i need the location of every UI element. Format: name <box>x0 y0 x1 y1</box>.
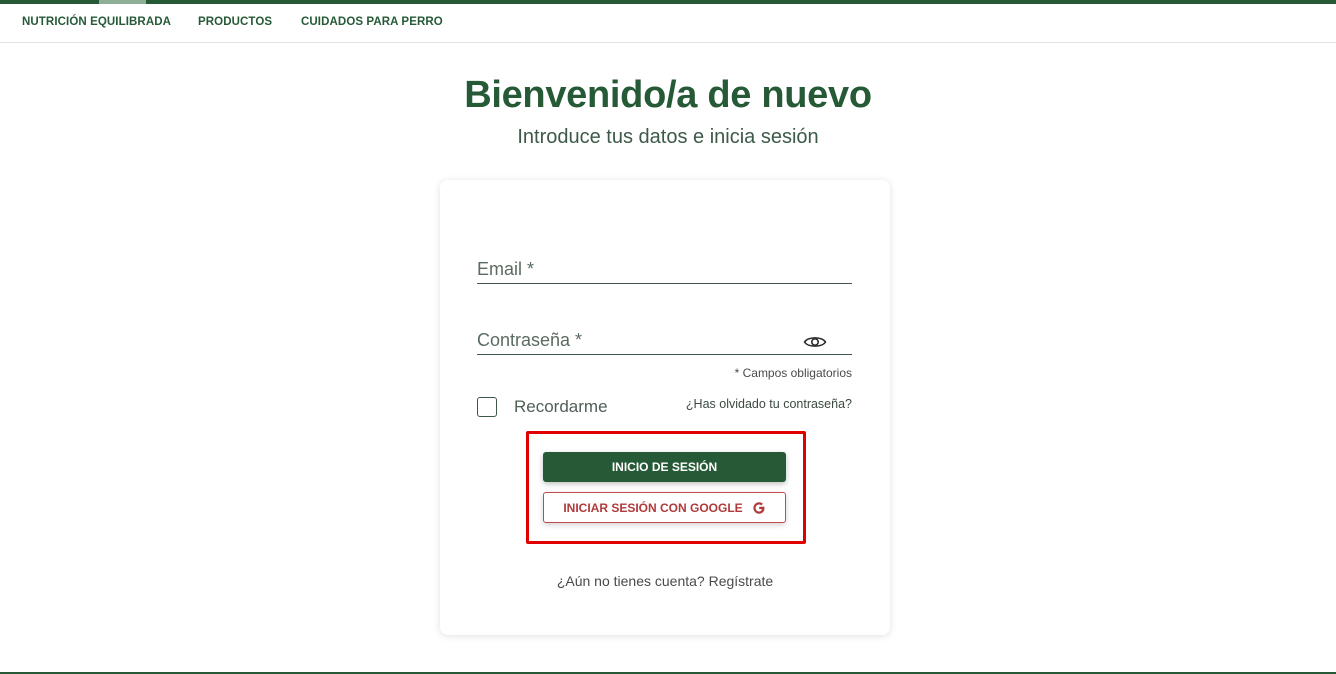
page-title: Bienvenido/a de nuevo <box>464 74 872 116</box>
signup-prompt: ¿Aún no tienes cuenta? Regístrate <box>440 573 890 589</box>
signup-link[interactable]: Regístrate <box>709 573 774 589</box>
nav-item-productos[interactable]: PRODUCTOS <box>198 16 272 28</box>
login-button[interactable]: INICIO DE SESIÓN <box>543 452 786 482</box>
google-icon <box>752 501 766 515</box>
required-fields-note: * Campos obligatorios <box>734 366 852 380</box>
nav-item-cuidados-para-perro[interactable]: CUIDADOS PARA PERRO <box>301 16 443 28</box>
eye-icon[interactable] <box>803 334 827 352</box>
signup-prompt-text: ¿Aún no tienes cuenta? <box>556 573 705 589</box>
email-field-wrapper <box>477 244 852 284</box>
forgot-password-link[interactable]: ¿Has olvidado tu contraseña? <box>686 397 852 411</box>
login-card: * Campos obligatorios Recordarme ¿Has ol… <box>440 180 890 635</box>
password-field-wrapper <box>477 315 852 355</box>
remember-checkbox[interactable] <box>477 397 497 417</box>
nav-item-nutricion-equilibrada[interactable]: NUTRICIÓN EQUILIBRADA <box>22 16 171 28</box>
highlight-box <box>526 431 806 544</box>
page-subtitle: Introduce tus datos e inicia sesión <box>517 126 819 148</box>
email-input[interactable] <box>477 244 852 283</box>
google-button-label: INICIAR SESIÓN CON GOOGLE <box>563 500 743 515</box>
remember-label[interactable]: Recordarme <box>514 397 608 417</box>
main-nav: NUTRICIÓN EQUILIBRADA PRODUCTOS CUIDADOS… <box>0 4 1336 43</box>
google-login-button[interactable]: INICIAR SESIÓN CON GOOGLE <box>543 492 786 523</box>
password-input[interactable] <box>477 315 852 354</box>
